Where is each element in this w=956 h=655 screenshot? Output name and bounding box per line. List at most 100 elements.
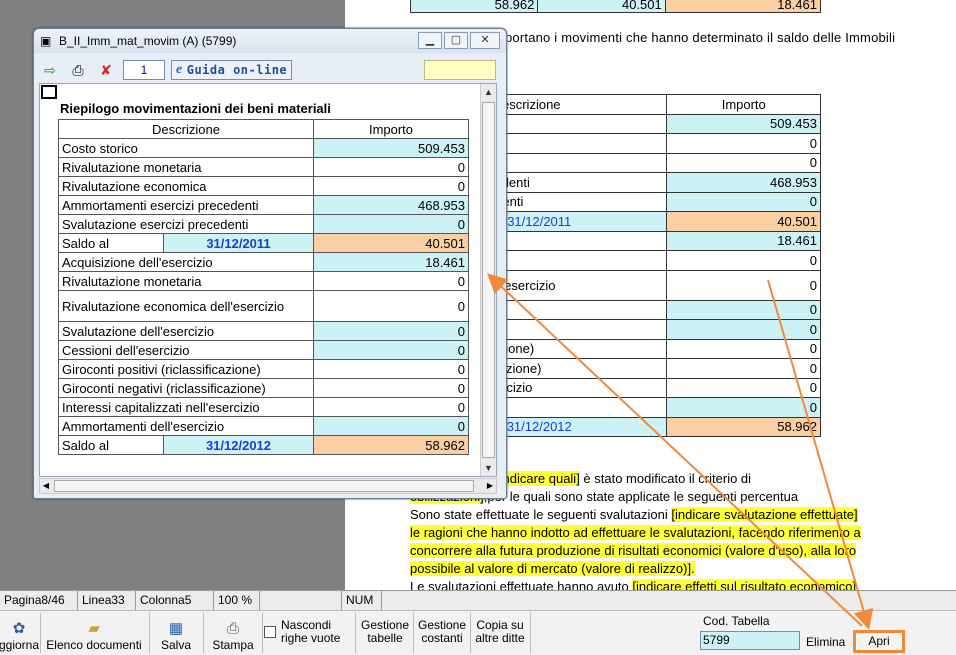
movimento-value[interactable]: 0 <box>313 176 469 196</box>
delete-icon[interactable]: ✘ <box>95 60 117 80</box>
movimento-label: Acquisizione dell'esercizio <box>58 252 314 272</box>
doc-row-value: 40.501 <box>666 211 821 232</box>
elenco-label: Elenco documenti <box>46 638 142 652</box>
movimento-row: Giroconti negativi (riclassificazione) 0 <box>58 378 469 398</box>
movimenti-table: Descrizione Importo Costo storico 509.453… <box>58 119 469 455</box>
printer-icon: ⎙ <box>226 620 239 637</box>
doc-text-line: le ragioni che hanno indotto ad effettua… <box>410 524 956 542</box>
salva-button[interactable]: ▦ Salva <box>152 613 200 654</box>
print-icon[interactable]: ⎙ <box>67 60 89 80</box>
movimento-date[interactable]: 31/12/2011 <box>163 233 314 253</box>
stampa-button[interactable]: ⎙ Stampa <box>206 613 260 654</box>
guida-online-button[interactable]: e Guida on-line <box>171 60 293 80</box>
highlighted-text: concorrere alla futura produzione di ris… <box>410 543 857 558</box>
movimento-value[interactable]: 0 <box>313 340 469 360</box>
scroll-down-icon[interactable]: ▼ <box>481 460 496 476</box>
nascondi-label-line2: righe vuote <box>281 631 341 645</box>
scroll-right-icon[interactable]: ▶ <box>484 479 496 493</box>
copia-line2: altre ditte <box>475 631 525 645</box>
movimento-label: Interessi capitalizzati nell'esercizio <box>58 397 314 417</box>
separator <box>413 613 414 653</box>
minimize-button[interactable]: ▁ <box>418 32 442 49</box>
movimento-label: Rivalutazione monetaria <box>58 271 314 291</box>
doc-text-line: Le svalutazioni effettuate hanno avuto [… <box>410 578 956 590</box>
exit-icon[interactable]: ⇨ <box>39 60 61 80</box>
col-header-amount: Importo <box>313 119 469 139</box>
movimento-label: Rivalutazione economica dell'esercizio <box>58 290 314 322</box>
cod-tabella-input[interactable]: 5799 <box>700 631 800 650</box>
scroll-thumb[interactable] <box>482 102 495 458</box>
movimento-value[interactable]: 0 <box>313 359 469 379</box>
doc-text-line: concorrere alla futura produzione di ris… <box>410 542 956 560</box>
scroll-left-icon[interactable]: ◀ <box>40 479 52 493</box>
separator <box>355 613 356 653</box>
vertical-scrollbar[interactable]: ▲ ▼ <box>480 84 496 476</box>
gestione-tabelle-button[interactable]: Gestione tabelle <box>359 619 411 645</box>
doc-top-summary-row: 58.962 40.501 18.461 <box>410 0 821 13</box>
highlighted-text: possibile al valore di mercato (valore d… <box>410 561 695 576</box>
movimento-label: Saldo al <box>58 233 164 253</box>
close-button[interactable]: ✕ <box>470 32 500 49</box>
maximize-button[interactable]: ▢ <box>444 32 468 49</box>
status-column: Colonna5 <box>136 591 214 610</box>
separator <box>530 613 531 653</box>
movimento-value[interactable]: 0 <box>313 378 469 398</box>
doc-row-value: 0 <box>666 269 821 301</box>
movimento-value[interactable]: 0 <box>313 157 469 177</box>
movimento-label: Rivalutazione economica <box>58 176 314 196</box>
movimento-label: Giroconti negativi (riclassificazione) <box>58 378 314 398</box>
window-controls: ▁ ▢ ✕ <box>418 32 500 49</box>
doc-row-value: 0 <box>666 299 821 320</box>
movimento-date[interactable]: 31/12/2012 <box>163 435 314 455</box>
movimento-value[interactable]: 0 <box>313 214 469 234</box>
toolbar-yellow-field[interactable] <box>424 60 496 80</box>
movimento-row: Cessioni dell'esercizio 0 <box>58 340 469 360</box>
copia-altre-ditte-button[interactable]: Copia su altre ditte <box>472 619 528 645</box>
plain-text: Le svalutazioni effettuate hanno avuto <box>410 579 633 590</box>
horizontal-scrollbar[interactable]: ◀ ▶ <box>39 478 497 494</box>
apri-button[interactable]: Apri <box>853 630 905 653</box>
scroll-up-icon[interactable]: ▲ <box>481 84 496 100</box>
selection-box[interactable] <box>41 85 57 99</box>
movimento-row: Giroconti positivi (riclassificazione) 0 <box>58 359 469 379</box>
movimento-row: Svalutazione esercizi precedenti 0 <box>58 214 469 234</box>
doc-text-line: possibile al valore di mercato (valore d… <box>410 560 956 578</box>
movimento-label: Ammortamenti esercizi precedenti <box>58 195 314 215</box>
movimento-value[interactable]: 468.953 <box>313 195 469 215</box>
elenco-documenti-button[interactable]: ▰ Elenco documenti <box>42 613 146 654</box>
doc-row-value: 0 <box>666 319 821 340</box>
movimento-label: Costo storico <box>58 138 314 158</box>
movimento-row: Interessi capitalizzati nell'esercizio 0 <box>58 397 469 417</box>
plain-text: Sono state effettuate le seguenti svalut… <box>410 507 672 522</box>
doc-row-value: 0 <box>666 191 821 212</box>
gestione-costanti-line2: costanti <box>421 631 463 645</box>
movimento-value[interactable]: 0 <box>313 321 469 341</box>
highlighted-text: [indicare svalutazione effettuate] <box>671 507 858 522</box>
plain-text: ,per le quali sono state applicate le se… <box>483 489 799 504</box>
doc-row-value: 18.461 <box>666 230 821 251</box>
hscroll-thumb[interactable] <box>54 480 474 492</box>
aggiorna-button[interactable]: ✿ ggiorna <box>0 613 39 654</box>
cod-tabella-label: Cod. Tabella <box>703 614 770 628</box>
movimento-label: Giroconti positivi (riclassificazione) <box>58 359 314 379</box>
folder-icon: ▰ <box>88 620 100 637</box>
refresh-icon: ✿ <box>12 620 26 637</box>
gestione-costanti-button[interactable]: Gestione costanti <box>415 619 469 645</box>
movimento-row: Saldo al 31/12/2011 40.501 <box>58 233 469 253</box>
nascondi-checkbox[interactable] <box>264 626 276 638</box>
movimento-value[interactable]: 509.453 <box>313 138 469 158</box>
movimento-row: Rivalutazione monetaria 0 <box>58 271 469 291</box>
movimento-value[interactable]: 0 <box>313 416 469 436</box>
doc-row-value: 0 <box>666 152 821 173</box>
elimina-button[interactable]: Elimina <box>806 635 845 649</box>
movimenti-window: ▣ B_II_Imm_mat_movim (A) (5799) ▁ ▢ ✕ ⇨ … <box>33 28 507 499</box>
movimento-value[interactable]: 0 <box>313 271 469 291</box>
movimento-value[interactable]: 58.962 <box>313 435 469 455</box>
movimento-value[interactable]: 18.461 <box>313 252 469 272</box>
doc-top-cell: 18.461 <box>665 0 820 12</box>
movimento-value[interactable]: 40.501 <box>313 233 469 253</box>
nascondi-label[interactable]: Nascondi righe vuote <box>281 619 340 645</box>
page-number-field[interactable]: 1 <box>123 60 165 80</box>
movimento-value[interactable]: 0 <box>313 397 469 417</box>
movimento-value[interactable]: 0 <box>313 290 469 322</box>
